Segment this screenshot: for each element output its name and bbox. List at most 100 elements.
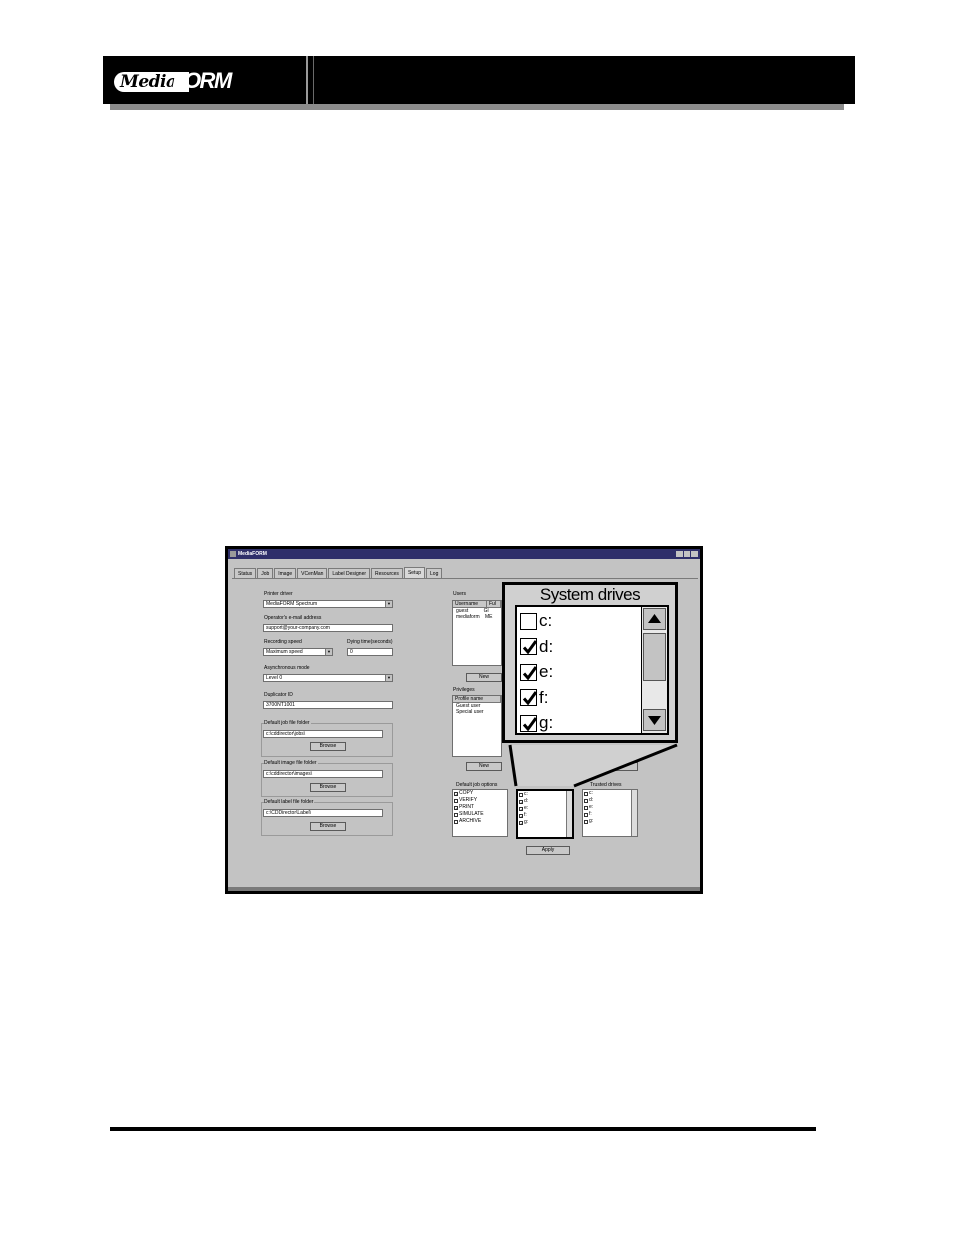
list-item[interactable]: ✓ e: <box>519 805 572 812</box>
chevron-down-icon[interactable]: ▼ <box>325 649 332 655</box>
user-name: mediaform <box>456 614 480 620</box>
list-item[interactable]: g: <box>584 818 637 825</box>
privileges-edit-button[interactable]: Edit <box>518 762 570 771</box>
privileges-new-button[interactable]: New <box>466 762 502 771</box>
image-folder-input[interactable]: c:\cddirector\images\ <box>263 770 383 778</box>
drive-item[interactable]: f: <box>520 687 548 709</box>
list-item-label: COPY <box>459 790 474 796</box>
duplicator-id-input[interactable]: 3700NT1001 <box>263 701 393 709</box>
recording-speed-label: Recording speed <box>264 639 302 645</box>
checkbox-checked[interactable] <box>520 638 538 655</box>
list-item[interactable]: c: <box>584 790 637 797</box>
list-item[interactable]: SIMULATE <box>454 811 507 818</box>
list-item[interactable]: e: <box>584 804 637 811</box>
list-item[interactable]: f: <box>584 811 637 818</box>
checkbox[interactable]: ✓ <box>519 806 523 811</box>
job-folder-browse-button[interactable]: Browse <box>310 742 346 751</box>
drive-item[interactable]: g: <box>520 712 553 734</box>
close-icon[interactable] <box>691 551 699 557</box>
system-drives-scrollbar[interactable] <box>641 607 667 733</box>
tab-resources[interactable]: Resources <box>371 568 403 578</box>
chevron-down-icon[interactable]: ▼ <box>385 675 392 681</box>
dying-time-input[interactable]: 0 <box>347 648 393 656</box>
list-item[interactable]: c: <box>519 791 572 798</box>
drive-item[interactable]: e: <box>520 661 553 683</box>
tab-job[interactable]: Job <box>257 568 274 578</box>
list-item[interactable]: VERIFY <box>454 797 507 804</box>
printer-driver-value: MediaFORM Spectrum <box>266 601 318 607</box>
checkbox[interactable] <box>584 805 588 810</box>
job-folder-input[interactable]: c:\cddirector\jobs\ <box>263 730 383 738</box>
list-item-label: PRINT <box>459 804 474 810</box>
checkbox[interactable] <box>454 798 458 803</box>
privileges-list-header: Profile name <box>453 696 501 703</box>
checkbox[interactable] <box>454 812 458 817</box>
asynchronous-mode-select[interactable]: Level 0 ▼ <box>263 674 393 682</box>
list-item[interactable]: ARCHIVE <box>454 818 507 825</box>
system-drives-small-rows: c: ✓ d: ✓ e: ✓ f: ✓ g: <box>518 791 572 826</box>
minimize-icon[interactable] <box>676 551 683 557</box>
tab-label-designer[interactable]: Label Designer <box>328 568 371 578</box>
users-list[interactable]: Username Ful guest Gl mediaform ME <box>452 600 502 666</box>
checkbox[interactable] <box>584 819 588 824</box>
label-folder-input[interactable]: c:\CDDirector\Label\ <box>263 809 383 817</box>
asynchronous-mode-value: Level 0 <box>266 675 283 681</box>
privileges-column-profile[interactable]: Profile name <box>453 696 501 702</box>
status-bar <box>228 887 700 891</box>
apply-button[interactable]: Apply <box>526 846 570 855</box>
drive-item[interactable]: c: <box>520 610 552 632</box>
checkbox-checked[interactable] <box>520 714 538 732</box>
checkbox[interactable]: ✓ <box>519 799 523 804</box>
scroll-thumb[interactable] <box>643 633 666 681</box>
chevron-down-icon[interactable]: ▼ <box>385 601 392 607</box>
scroll-up-button[interactable] <box>643 608 666 630</box>
tab-status[interactable]: Status <box>234 568 257 578</box>
checkbox[interactable]: ✓ <box>519 820 523 825</box>
checkbox[interactable]: ✓ <box>454 791 458 796</box>
list-item-label: f: <box>524 812 527 818</box>
checkbox[interactable]: ✓ <box>454 805 458 810</box>
list-item[interactable]: ✓ COPY <box>454 790 507 797</box>
scroll-down-button[interactable] <box>643 709 666 731</box>
tab-log[interactable]: Log <box>426 568 443 578</box>
list-item[interactable]: ✓ g: <box>519 819 572 826</box>
users-column-username[interactable]: Username <box>453 601 487 607</box>
list-item-label: e: <box>524 805 529 811</box>
checkbox[interactable] <box>584 791 588 796</box>
list-item[interactable]: ✓ f: <box>519 812 572 819</box>
label-folder-browse-button[interactable]: Browse <box>310 822 346 831</box>
image-folder-browse-button[interactable]: Browse <box>310 783 346 792</box>
users-new-button[interactable]: New <box>466 673 502 682</box>
scrollbar[interactable] <box>631 790 637 836</box>
privileges-delete-button[interactable]: Delete <box>582 762 638 771</box>
checkbox[interactable] <box>454 819 458 824</box>
list-item[interactable]: mediaform ME <box>453 614 501 620</box>
list-item[interactable]: ✓ PRINT <box>454 804 507 811</box>
system-drives-small-list: c: ✓ d: ✓ e: ✓ f: ✓ g: <box>516 789 574 839</box>
checkbox[interactable] <box>519 792 523 797</box>
app-icon <box>230 551 236 557</box>
checkbox-checked[interactable] <box>520 663 538 681</box>
privileges-list[interactable]: Profile name Guest user Special user <box>452 695 502 757</box>
page-footer-rule <box>110 1127 816 1131</box>
checkbox[interactable] <box>584 812 588 817</box>
list-item[interactable]: d: <box>584 797 637 804</box>
printer-driver-select[interactable]: MediaFORM Spectrum ▼ <box>263 600 393 608</box>
list-item-label: d: <box>524 798 529 804</box>
checkbox[interactable] <box>584 798 588 803</box>
operator-email-input[interactable]: support@your-company.com <box>263 624 393 632</box>
header-divider <box>306 56 308 104</box>
users-column-full[interactable]: Ful <box>487 601 501 607</box>
tab-vcenman[interactable]: VCenMan <box>297 568 328 578</box>
list-item[interactable]: ✓ d: <box>519 798 572 805</box>
drive-item[interactable]: d: <box>520 636 553 658</box>
list-item[interactable]: Special user <box>453 709 501 715</box>
checkbox-unchecked[interactable] <box>520 612 537 630</box>
recording-speed-select[interactable]: Maximum speed ▼ <box>263 648 333 656</box>
tab-image[interactable]: Image <box>274 568 297 578</box>
scrollbar[interactable] <box>566 791 572 837</box>
checkbox[interactable]: ✓ <box>519 813 523 818</box>
tab-setup[interactable]: Setup <box>403 567 426 578</box>
checkbox-checked[interactable] <box>520 689 538 706</box>
maximize-icon[interactable] <box>683 551 691 557</box>
